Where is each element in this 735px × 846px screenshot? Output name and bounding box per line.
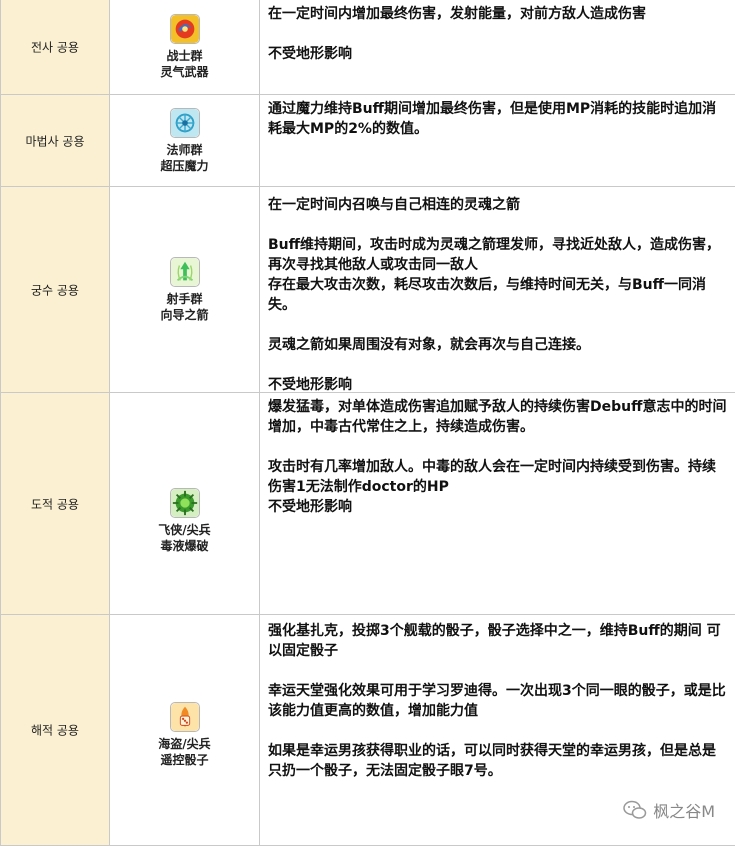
skill-table: 전사 공용 战士群 灵气武器 在一定时间内增加最终伤害，发射能量，对前方敌人造成… [0,0,735,846]
skill-description: 通过魔力维持Buff期间增加最终伤害，但是使用MP消耗的技能时追加消耗最大MP的… [268,99,729,139]
skill-cell: 法师群 超压魔力 [110,95,260,187]
skill-name: 毒液爆破 [160,539,209,554]
desc-line: 如果是幸运男孩获得职业的话，可以同时获得天堂的幸运男孩，但是总是只扔一个骰子，无… [268,743,716,779]
table-row: 전사 공용 战士群 灵气武器 在一定时间内增加最终伤害，发射能量，对前方敌人造成… [0,0,735,95]
desc-line: 不受地形影响 [268,46,352,62]
job-label: 전사 공용 [31,40,79,55]
pirate-loaded-dice-icon [169,701,200,732]
desc-line: 不受地形影响 [268,499,352,515]
desc-line: 不受地形影响 [268,377,352,393]
skill-description: 在一定时间内召唤与自己相连的灵魂之箭 Buff维持期间，攻击时成为灵魂之箭理发师… [268,195,729,395]
skill-name: 灵气武器 [160,65,209,79]
description-cell: 在一定时间内召唤与自己相连的灵魂之箭 Buff维持期间，攻击时成为灵魂之箭理发师… [260,187,735,393]
skill-name: 遥控骰子 [160,752,209,767]
desc-line: 攻击时有几率增加敌人。中毒的敌人会在一定时间内持续受到伤害。持续伤害1无法制作d… [268,459,716,495]
skill-name: 超压魔力 [160,158,209,173]
job-label: 마법사 공용 [25,134,85,148]
archer-guided-arrow-icon [169,256,200,287]
job-cell: 해적 공용 [0,615,110,846]
desc-line: 灵魂之箭如果周围没有对象，就会再次与自己连接。 [268,337,590,353]
skill-cell: 飞侠/尖兵 毒液爆破 [110,393,260,615]
desc-line: 爆发猛毒，对单体造成伤害追加赋予敌人的持续伤害Debuff意志中的时间增加，中毒… [268,399,727,435]
skill-group-label: 法师群 [166,142,203,157]
table-row: 마법사 공용 法师群 超压魔力 通过魔力维持Buff期间增加最终伤害，但是使用M… [0,95,735,187]
warrior-aura-weapon-icon [169,14,200,44]
desc-line: 存在最大攻击次数，耗尽攻击次数后，与维持时间无关，与Buff一同消失。 [268,277,706,313]
job-label: 해적 공용 [31,723,79,738]
skill-cell: 战士群 灵气武器 [110,0,260,95]
skill-group-label: 海盗/尖兵 [158,736,211,751]
desc-line: 幸运天堂强化效果可用于学习罗迪得。一次出现3个同一眼的骰子，或是比该能力值更高的… [268,683,726,719]
skill-name: 向导之箭 [160,307,209,322]
desc-line: 在一定时间内召唤与自己相连的灵魂之箭 [268,197,520,213]
skill-description: 在一定时间内增加最终伤害，发射能量，对前方敌人造成伤害 不受地形影响 [268,4,729,64]
skill-cell: 海盗/尖兵 遥控骰子 [110,615,260,846]
skill-group-label: 飞侠/尖兵 [158,523,211,538]
table-row: 궁수 공용 射手群 向导之箭 在一定时间内召唤与自己相连的灵魂之箭 Buff维持… [0,187,735,393]
skill-info: 法师群 超压魔力 [110,107,259,174]
skill-description: 强化基扎克，投掷3个舰载的骰子，骰子选择中之一，维持Buff的期间 可以固定骰子… [268,621,729,781]
wechat-icon [623,800,647,819]
mage-overload-mana-icon [169,107,200,138]
desc-line: 强化基扎克，投掷3个舰载的骰子，骰子选择中之一，维持Buff的期间 可以固定骰子 [268,623,721,659]
skill-cell: 射手群 向导之箭 [110,187,260,393]
job-cell: 마법사 공용 [0,95,110,187]
description-cell: 通过魔力维持Buff期间增加最终伤害，但是使用MP消耗的技能时追加消耗最大MP的… [260,95,735,187]
skill-group-label: 射手群 [166,291,203,306]
description-cell: 爆发猛毒，对单体造成伤害追加赋予敌人的持续伤害Debuff意志中的时间增加，中毒… [260,393,735,615]
skill-info: 射手群 向导之箭 [110,256,259,323]
watermark-text: 枫之谷M [653,802,715,821]
job-label: 도적 공용 [31,497,79,511]
desc-line: 在一定时间内增加最终伤害，发射能量，对前方敌人造成伤害 [268,6,646,22]
table-row: 도적 공용 飞侠/尖兵 毒液爆破 爆发猛毒，对单体造成伤害追加赋予敌人的持续伤害… [0,393,735,615]
thief-venom-burst-icon [169,488,200,519]
description-cell: 在一定时间内增加最终伤害，发射能量，对前方敌人造成伤害 不受地形影响 [260,0,735,95]
skill-info: 战士群 灵气武器 [110,14,259,80]
skill-group-label: 战士群 [166,49,203,63]
job-cell: 궁수 공용 [0,187,110,393]
desc-line: Buff维持期间，攻击时成为灵魂之箭理发师，寻找近处敌人，造成伤害，再次寻找其他… [268,237,720,273]
skill-info: 飞侠/尖兵 毒液爆破 [110,488,259,554]
job-label: 궁수 공용 [31,283,79,297]
watermark: 枫之谷M [623,798,715,822]
desc-line: 通过魔力维持Buff期间增加最终伤害，但是使用MP消耗的技能时追加消耗最大MP的… [268,101,717,137]
skill-info: 海盗/尖兵 遥控骰子 [110,701,259,768]
job-cell: 전사 공용 [0,0,110,95]
skill-description: 爆发猛毒，对单体造成伤害追加赋予敌人的持续伤害Debuff意志中的时间增加，中毒… [268,397,729,517]
job-cell: 도적 공용 [0,393,110,615]
